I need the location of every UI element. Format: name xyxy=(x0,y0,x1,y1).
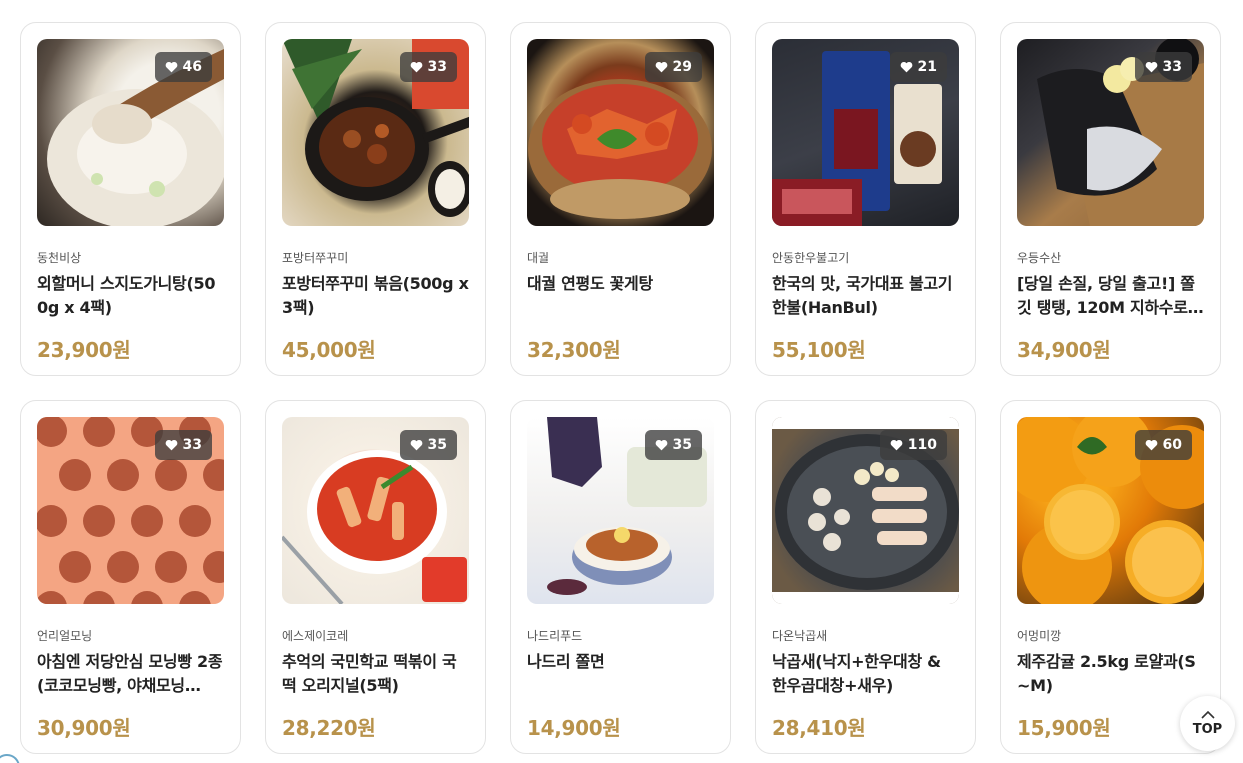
product-name[interactable]: 외할머니 스지도가니탕(500g x 4팩) xyxy=(37,272,224,320)
product-name[interactable]: 대궐 연평도 꽃게탕 xyxy=(527,272,714,320)
product-image[interactable]: 35 xyxy=(527,417,714,604)
product-card[interactable]: 35 에스제이코레 추억의 국민학교 떡볶이 국떡 오리지널(5팩) 28,22… xyxy=(265,400,486,754)
product-image[interactable]: 33 xyxy=(1017,39,1204,226)
heart-icon xyxy=(165,439,177,451)
heart-icon xyxy=(1145,61,1157,73)
product-card[interactable]: 33 포방터쭈꾸미 포방터쭈꾸미 볶음(500g x 3팩) 45,000원 xyxy=(265,22,486,376)
product-grid: 46 동천비상 외할머니 스지도가니탕(500g x 4팩) 23,900원 3… xyxy=(20,22,1221,754)
product-card[interactable]: 46 동천비상 외할머니 스지도가니탕(500g x 4팩) 23,900원 xyxy=(20,22,241,376)
product-image[interactable]: 33 xyxy=(37,417,224,604)
product-card[interactable]: 21 안동한우불고기 한국의 맛, 국가대표 불고기 한불(HanBul) 55… xyxy=(755,22,976,376)
like-count: 46 xyxy=(182,59,202,75)
like-count-badge[interactable]: 110 xyxy=(879,430,947,460)
product-brand: 언리얼모닝 xyxy=(37,629,93,643)
product-image[interactable]: 110 xyxy=(772,417,959,604)
chevron-up-icon xyxy=(1200,710,1215,719)
product-card[interactable]: 33 언리얼모닝 아침엔 저당안심 모닝빵 2종(코코모닝빵, 야채모닝… 30… xyxy=(20,400,241,754)
product-price: 15,900원 xyxy=(1017,716,1111,740)
like-count: 33 xyxy=(427,59,447,75)
product-name[interactable]: [당일 손질, 당일 출고!] 쫄깃 탱탱, 120M 지하수로 … xyxy=(1017,272,1204,320)
product-name[interactable]: 한국의 맛, 국가대표 불고기 한불(HanBul) xyxy=(772,272,959,320)
product-price: 28,220원 xyxy=(282,716,376,740)
like-count-badge[interactable]: 46 xyxy=(154,52,212,82)
product-price: 55,100원 xyxy=(772,338,866,362)
heart-icon xyxy=(655,61,667,73)
product-price: 45,000원 xyxy=(282,338,376,362)
product-brand: 어멍미깡 xyxy=(1017,629,1062,643)
like-count-badge[interactable]: 33 xyxy=(1134,52,1192,82)
product-price: 30,900원 xyxy=(37,716,131,740)
like-count: 110 xyxy=(907,437,937,453)
product-name[interactable]: 나드리 쫄면 xyxy=(527,650,714,698)
like-count-badge[interactable]: 60 xyxy=(1134,430,1192,460)
product-brand: 동천비상 xyxy=(37,251,82,265)
product-image[interactable]: 21 xyxy=(772,39,959,226)
heart-icon xyxy=(165,61,177,73)
product-price: 34,900원 xyxy=(1017,338,1111,362)
product-name[interactable]: 추억의 국민학교 떡볶이 국떡 오리지널(5팩) xyxy=(282,650,469,698)
like-count-badge[interactable]: 33 xyxy=(399,52,457,82)
product-image[interactable]: 60 xyxy=(1017,417,1204,604)
product-card[interactable]: 33 우등수산 [당일 손질, 당일 출고!] 쫄깃 탱탱, 120M 지하수로… xyxy=(1000,22,1221,376)
like-count: 35 xyxy=(427,437,447,453)
product-brand: 대궐 xyxy=(527,251,550,265)
like-count-badge[interactable]: 35 xyxy=(644,430,702,460)
product-price: 14,900원 xyxy=(527,716,621,740)
like-count: 35 xyxy=(672,437,692,453)
like-count: 60 xyxy=(1162,437,1182,453)
product-name[interactable]: 포방터쭈꾸미 볶음(500g x 3팩) xyxy=(282,272,469,320)
product-image[interactable]: 46 xyxy=(37,39,224,226)
product-card[interactable]: 110 다온낙곱새 낙곱새(낙지+한우대창 & 한우곱대창+새우) 28,410… xyxy=(755,400,976,754)
like-count-badge[interactable]: 35 xyxy=(399,430,457,460)
heart-icon xyxy=(890,439,903,451)
product-brand: 우등수산 xyxy=(1017,251,1062,265)
product-image[interactable]: 29 xyxy=(527,39,714,226)
scroll-to-top-label: TOP xyxy=(1192,721,1223,737)
like-count: 33 xyxy=(1162,59,1182,75)
like-count-badge[interactable]: 29 xyxy=(644,52,702,82)
heart-icon xyxy=(410,61,422,73)
heart-icon xyxy=(655,439,667,451)
product-brand: 안동한우불고기 xyxy=(772,251,850,265)
heart-icon xyxy=(1145,439,1157,451)
product-card[interactable]: 60 어멍미깡 제주감귤 2.5kg 로얄과(S~M) 15,900원 xyxy=(1000,400,1221,754)
like-count: 33 xyxy=(182,437,202,453)
scroll-to-top-button[interactable]: TOP xyxy=(1180,696,1235,751)
product-brand: 다온낙곱새 xyxy=(772,629,828,643)
product-brand: 에스제이코레 xyxy=(282,629,349,643)
like-count-badge[interactable]: 33 xyxy=(154,430,212,460)
product-brand: 포방터쭈꾸미 xyxy=(282,251,349,265)
partial-icon xyxy=(0,754,20,763)
like-count-badge[interactable]: 21 xyxy=(889,52,947,82)
heart-icon xyxy=(410,439,422,451)
product-image[interactable]: 33 xyxy=(282,39,469,226)
like-count: 29 xyxy=(672,59,692,75)
product-price: 23,900원 xyxy=(37,338,131,362)
product-price: 28,410원 xyxy=(772,716,866,740)
product-name[interactable]: 제주감귤 2.5kg 로얄과(S~M) xyxy=(1017,650,1204,698)
product-name[interactable]: 낙곱새(낙지+한우대창 & 한우곱대창+새우) xyxy=(772,650,959,698)
product-card[interactable]: 29 대궐 대궐 연평도 꽃게탕 32,300원 xyxy=(510,22,731,376)
product-name[interactable]: 아침엔 저당안심 모닝빵 2종(코코모닝빵, 야채모닝… xyxy=(37,650,224,698)
like-count: 21 xyxy=(917,59,937,75)
heart-icon xyxy=(900,61,912,73)
product-price: 32,300원 xyxy=(527,338,621,362)
product-card[interactable]: 35 나드리푸드 나드리 쫄면 14,900원 xyxy=(510,400,731,754)
product-brand: 나드리푸드 xyxy=(527,629,583,643)
product-image[interactable]: 35 xyxy=(282,417,469,604)
